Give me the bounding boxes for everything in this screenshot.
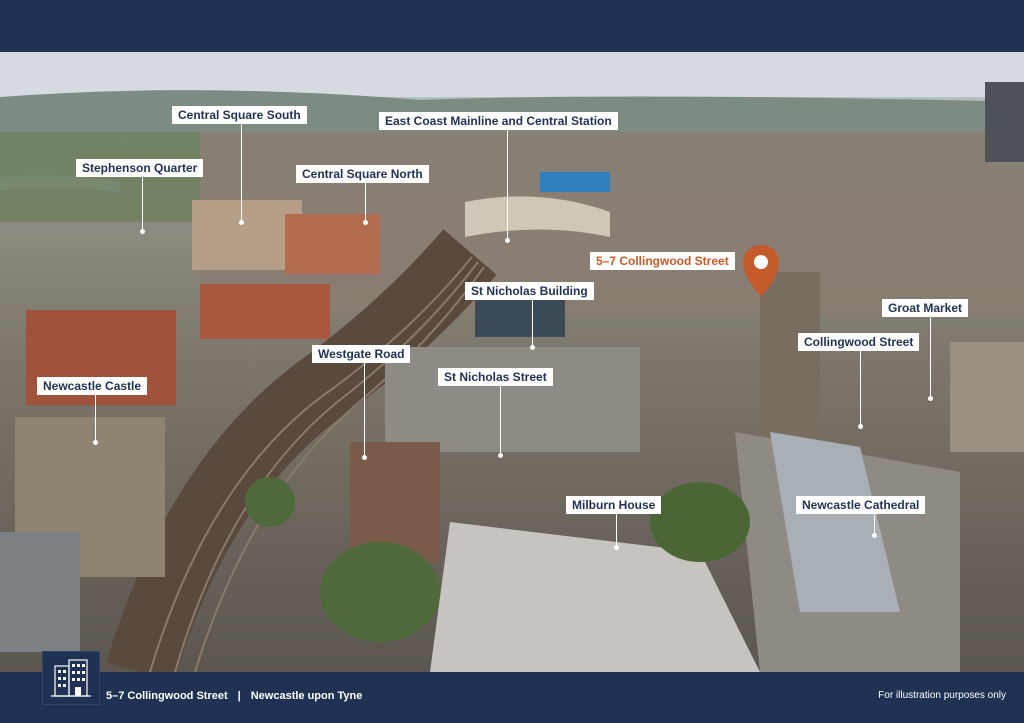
dot-newcastle-cathedral [872,533,877,538]
dot-collingwood-street [858,424,863,429]
label-st-nicholas-street: St Nicholas Street [438,368,553,386]
dot-east-coast-mainline [505,238,510,243]
dot-groat-market [928,396,933,401]
leader-newcastle-cathedral [874,513,875,535]
footer-street: 5–7 Collingwood Street [106,690,228,702]
label-collingwood-street: Collingwood Street [798,333,920,351]
top-header-bar [0,0,1024,52]
dot-stephenson-quarter [140,229,145,234]
footer-address: 5–7 Collingwood Street | Newcastle upon Ty… [106,690,362,702]
dot-st-nicholas-street [498,453,503,458]
dot-westgate-road [362,455,367,460]
label-central-square-north: Central Square North [296,165,429,183]
label-central-square-south: Central Square South [172,106,307,124]
leader-st-nicholas-street [500,385,501,455]
leader-milburn-house [616,513,617,547]
leader-westgate-road [364,362,365,457]
label-stephenson-quarter: Stephenson Quarter [76,159,204,177]
leader-east-coast-mainline [507,130,508,240]
label-collingwood-street-pin: 5–7 Collingwood Street [590,252,735,270]
leader-st-nicholas-building [532,299,533,347]
label-westgate-road: Westgate Road [312,345,411,363]
footer-separator: | [237,690,241,702]
leader-central-square-north [365,182,366,222]
footer-city: Newcastle upon Tyne [250,690,363,702]
dot-central-square-north [363,220,368,225]
leader-collingwood-street [860,350,861,426]
building-icon [42,651,100,705]
aerial-photo [0,52,1024,672]
label-newcastle-castle: Newcastle Castle [37,377,148,395]
aerial-scene-illustration [0,52,1024,672]
label-groat-market: Groat Market [882,299,969,317]
location-pin-icon [743,245,779,297]
footer-disclaimer: For illustration purposes only [878,690,1006,701]
leader-newcastle-castle [95,394,96,442]
label-st-nicholas-building: St Nicholas Building [465,282,594,300]
label-east-coast-mainline: East Coast Mainline and Central Station [379,112,618,130]
leader-groat-market [930,316,931,398]
dot-milburn-house [614,545,619,550]
dot-newcastle-castle [93,440,98,445]
leader-stephenson-quarter [142,176,143,231]
dot-st-nicholas-building [530,345,535,350]
label-newcastle-cathedral: Newcastle Cathedral [796,496,926,514]
label-milburn-house: Milburn House [566,496,662,514]
leader-central-square-south [241,124,242,222]
dot-central-square-south [239,220,244,225]
